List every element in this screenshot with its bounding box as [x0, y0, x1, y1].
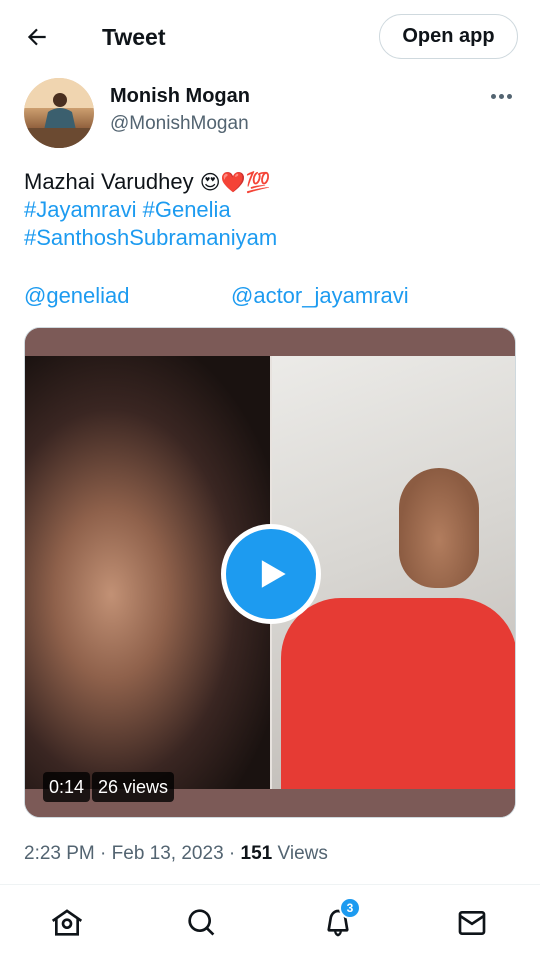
video-letterbox-top [25, 328, 515, 356]
video-person-head [399, 468, 479, 588]
video-person-shirt [281, 598, 515, 790]
more-dot [498, 93, 504, 99]
meta-separator: · [94, 843, 112, 864]
hashtag-line: #SanthoshSubramaniyam [24, 224, 516, 252]
tweet-date[interactable]: Feb 13, 2023 [112, 843, 224, 864]
more-options-button[interactable] [486, 86, 516, 106]
nav-search[interactable] [184, 905, 220, 941]
author-handle[interactable]: @MonishMogan [110, 112, 249, 136]
nav-messages[interactable] [454, 905, 490, 941]
author-display-name[interactable]: Monish Mogan [110, 84, 250, 108]
page-title: Tweet [102, 24, 166, 50]
search-icon [188, 909, 215, 936]
hashtag-link[interactable]: #Genelia [143, 197, 231, 222]
more-horizontal-icon [490, 93, 496, 99]
tweet-emojis: 😍❤️💯 [199, 170, 271, 194]
hashtag-link[interactable]: #SanthoshSubramaniyam [24, 225, 277, 250]
tweet-text: Mazhai Varudhey 😍❤️💯 #Jayamravi #Genelia… [24, 168, 516, 252]
arrow-left-icon [27, 28, 46, 46]
tweet-body-text: Mazhai Varudhey [24, 169, 200, 194]
bottom-navigation: 3 [0, 884, 540, 960]
meta-separator: · [223, 843, 241, 864]
nav-notifications[interactable]: 3 [320, 897, 361, 941]
tweet-time[interactable]: 2:23 PM [24, 843, 95, 864]
video-player[interactable]: 0:14 26 views [24, 327, 516, 818]
home-icon [51, 909, 83, 936]
hashtag-link[interactable]: #Jayamravi [24, 197, 136, 222]
top-bar: Tweet Open app [0, 0, 540, 74]
video-views: 26 views [92, 772, 175, 802]
view-label: Views [272, 843, 328, 864]
mentions-row: @geneliad @actor_jayamravi [24, 282, 516, 310]
tweet-text-line: Mazhai Varudhey 😍❤️💯 [24, 168, 516, 196]
more-dot [506, 93, 512, 99]
mention-link[interactable]: @geneliad [24, 282, 130, 310]
play-icon [261, 560, 286, 588]
open-app-button[interactable]: Open app [379, 14, 518, 59]
avatar[interactable] [24, 78, 94, 148]
mention-link[interactable]: @actor_jayamravi [231, 282, 409, 310]
mail-icon [458, 911, 486, 935]
nav-home[interactable] [49, 905, 85, 941]
tweet-author: Monish Mogan @MonishMogan [24, 78, 516, 150]
avatar-image [24, 78, 94, 148]
view-count: 151 [240, 843, 273, 864]
hashtag-line: #Jayamravi #Genelia [24, 196, 516, 224]
video-duration: 0:14 [43, 772, 91, 802]
back-button[interactable] [22, 22, 52, 52]
tweet-meta: 2:23 PM · Feb 13, 2023 · 151 Views [24, 840, 328, 868]
play-button[interactable] [221, 524, 321, 624]
notification-badge: 3 [339, 897, 361, 919]
